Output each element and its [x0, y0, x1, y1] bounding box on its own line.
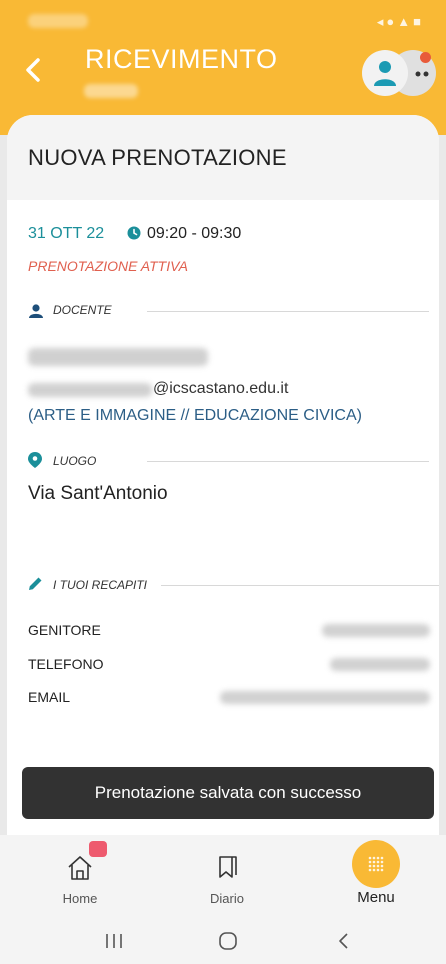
- booking-date: 31 OTT 22: [28, 225, 105, 242]
- header-subtitle: [84, 84, 138, 98]
- teacher-subjects: (ARTE E IMMAGINE // EDUCAZIONE CIVICA): [28, 407, 362, 424]
- divider: [147, 311, 429, 312]
- teacher-section-label: DOCENTE: [53, 303, 112, 317]
- notification-badge: [89, 841, 107, 857]
- avatar-icon: [374, 61, 396, 86]
- person-icon: [29, 304, 43, 318]
- divider: [147, 461, 429, 462]
- back-arrow-icon[interactable]: [22, 55, 44, 85]
- page-header-title: RICEVIMENTO: [85, 44, 278, 74]
- system-nav-bar: [0, 917, 446, 964]
- system-back-icon[interactable]: [337, 932, 351, 950]
- contact-key-phone: TELEFONO: [28, 656, 104, 672]
- home-icon: [68, 856, 92, 880]
- toast-message: Prenotazione salvata con successo: [94, 783, 362, 802]
- pencil-icon: [29, 577, 42, 590]
- nav-diary[interactable]: Diario: [177, 841, 277, 913]
- page-title: NUOVA PRENOTAZIONE: [28, 145, 287, 170]
- nav-diary-label: Diario: [210, 891, 244, 906]
- contact-key-email: EMAIL: [28, 689, 71, 705]
- avatar-group[interactable]: [362, 50, 436, 96]
- status-bar-icons: ◂●▲■: [376, 14, 424, 29]
- place-value: Via Sant'Antonio: [28, 483, 168, 504]
- booking-card: NUOVA PRENOTAZIONE 31 OTT 22 09:20 - 09:…: [7, 115, 439, 835]
- nav-menu[interactable]: Menu: [326, 840, 426, 913]
- booking-time: 09:20 - 09:30: [147, 225, 242, 242]
- contact-value-parent: [322, 624, 430, 637]
- contact-key-parent: GENITORE: [28, 622, 101, 638]
- divider: [161, 585, 439, 586]
- contact-value-email: [220, 691, 430, 704]
- teacher-email-domain: @icscastano.edu.it: [153, 380, 289, 397]
- clock-icon: [127, 226, 141, 240]
- recent-apps-icon[interactable]: [105, 933, 123, 949]
- bottom-navigation: Home Diario Menu: [0, 835, 446, 917]
- notification-dot: [420, 52, 431, 63]
- bookmark-icon: [219, 856, 237, 878]
- contact-value-phone: [330, 658, 430, 671]
- nav-home[interactable]: Home: [30, 841, 130, 913]
- location-pin-icon: [28, 452, 42, 468]
- place-section-label: LUOGO: [53, 454, 97, 468]
- avatar[interactable]: [362, 50, 408, 96]
- teacher-email-user: [28, 383, 152, 397]
- status-bar-time: [28, 14, 88, 28]
- contacts-section-label: I TUOI RECAPITI: [53, 578, 148, 592]
- booking-status: PRENOTAZIONE ATTIVA: [28, 258, 188, 274]
- home-circle-icon[interactable]: [218, 932, 238, 950]
- teacher-name: [28, 348, 208, 366]
- success-toast: Prenotazione salvata con successo: [22, 767, 434, 819]
- section-header: NUOVA PRENOTAZIONE: [7, 115, 439, 200]
- grid-menu-icon: [352, 840, 400, 888]
- nav-menu-label: Menu: [357, 889, 395, 906]
- nav-home-label: Home: [62, 891, 98, 906]
